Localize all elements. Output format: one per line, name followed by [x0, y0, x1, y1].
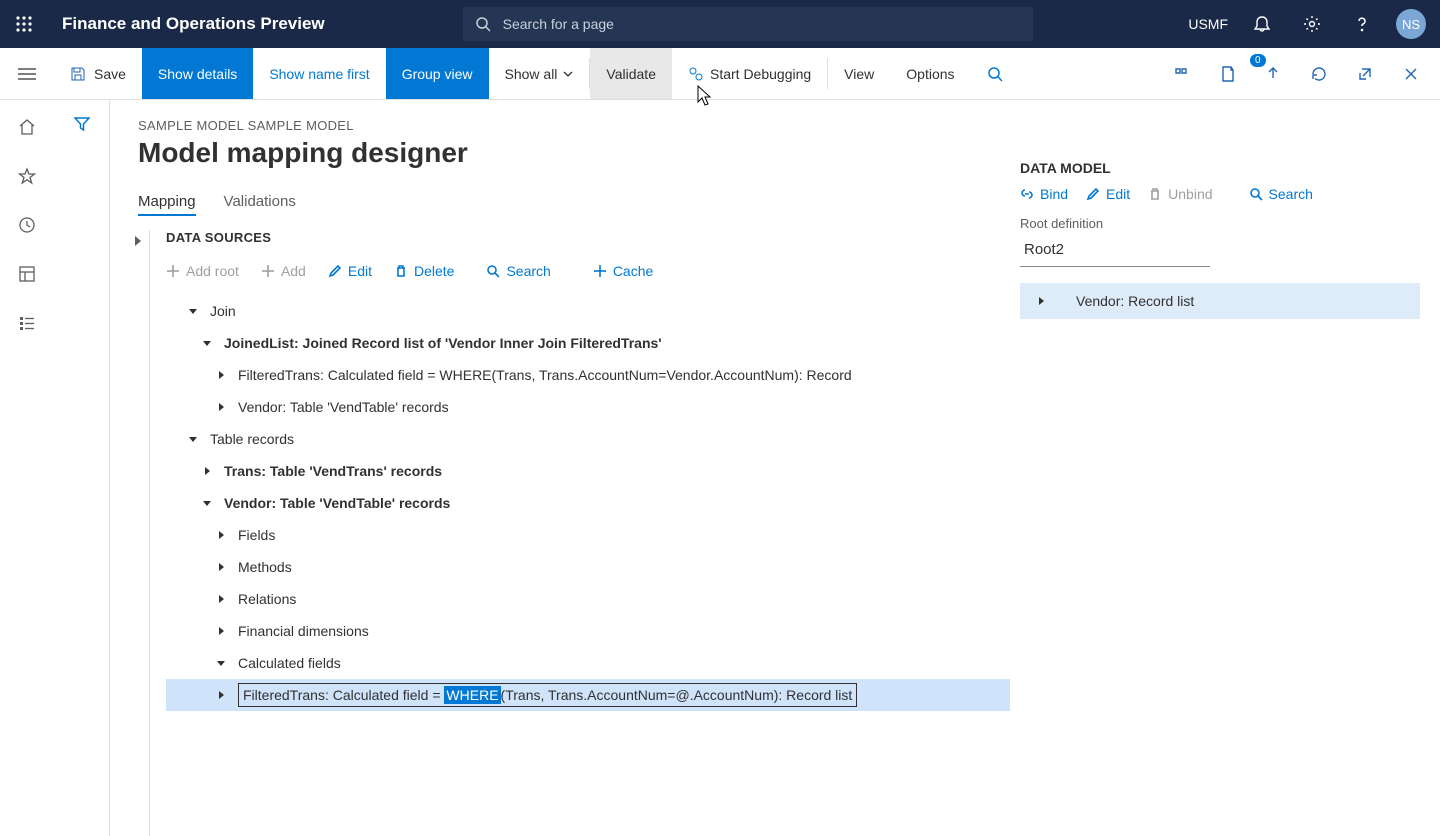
page-search-button[interactable] [971, 48, 1019, 99]
tree-node-vendor2[interactable]: Vendor: Table 'VendTable' records [166, 487, 1010, 519]
save-label: Save [94, 66, 126, 82]
chevron-down-icon [563, 66, 573, 82]
dm-edit-button[interactable]: Edit [1086, 186, 1130, 202]
tree-node-joinedlist[interactable]: JoinedList: Joined Record list of 'Vendo… [166, 327, 1010, 359]
selected-formula: FilteredTrans: Calculated field = WHERE(… [238, 683, 857, 707]
group-view-button[interactable]: Group view [386, 48, 489, 99]
tree-node-join[interactable]: Join [166, 295, 1010, 327]
show-all-dropdown[interactable]: Show all [489, 48, 590, 99]
tree-node-methods[interactable]: Methods [166, 551, 1010, 583]
global-search[interactable]: Search for a page [463, 7, 1033, 41]
close-icon[interactable] [1394, 57, 1428, 91]
ds-search-button[interactable]: Search [486, 263, 550, 279]
collapse-datasources-handle[interactable] [126, 230, 150, 836]
cache-button[interactable]: Cache [593, 263, 653, 279]
dm-search-button[interactable]: Search [1249, 186, 1313, 202]
help-icon[interactable] [1346, 15, 1378, 33]
personalize-icon[interactable] [1164, 57, 1198, 91]
search-icon [475, 16, 491, 32]
bind-button[interactable]: Bind [1020, 186, 1068, 202]
messages-icon[interactable]: 0 [1256, 57, 1290, 91]
tree-node-fields[interactable]: Fields [166, 519, 1010, 551]
save-button[interactable]: Save [54, 48, 142, 99]
page-title: Model mapping designer [138, 137, 1010, 169]
tree-node-calculated-fields[interactable]: Calculated fields [166, 647, 1010, 679]
nav-modules-icon[interactable] [18, 314, 36, 335]
legal-entity[interactable]: USMF [1188, 16, 1228, 32]
validate-button[interactable]: Validate [590, 48, 672, 99]
dm-row-vendor[interactable]: Vendor: Record list [1020, 283, 1420, 319]
avatar[interactable]: NS [1396, 9, 1426, 39]
breakpoint-icon [688, 66, 704, 82]
settings-icon[interactable] [1296, 15, 1328, 33]
tab-validations[interactable]: Validations [224, 193, 296, 216]
tree-node-trans[interactable]: Trans: Table 'VendTrans' records [166, 455, 1010, 487]
filter-icon[interactable] [74, 116, 90, 836]
app-title: Finance and Operations Preview [62, 14, 325, 34]
resize-handle[interactable] [996, 518, 1000, 532]
nav-favorites-icon[interactable] [18, 167, 36, 188]
show-details-button[interactable]: Show details [142, 48, 253, 99]
view-menu[interactable]: View [828, 48, 890, 99]
notifications-icon[interactable] [1246, 15, 1278, 33]
badge-count: 0 [1250, 54, 1266, 67]
popout-icon[interactable] [1348, 57, 1382, 91]
tree-node-relations[interactable]: Relations [166, 583, 1010, 615]
tree-node-financial-dimensions[interactable]: Financial dimensions [166, 615, 1010, 647]
datamodel-header: DATA MODEL [1020, 160, 1420, 176]
add-button[interactable]: Add [261, 263, 306, 279]
search-placeholder: Search for a page [503, 16, 614, 32]
edit-button[interactable]: Edit [328, 263, 372, 279]
nav-hamburger[interactable] [0, 48, 54, 100]
breadcrumb: SAMPLE MODEL SAMPLE MODEL [138, 118, 1010, 133]
root-definition-input[interactable]: Root2 [1020, 237, 1210, 267]
nav-home-icon[interactable] [18, 118, 36, 139]
add-root-button[interactable]: Add root [166, 263, 239, 279]
tree-node-filteredtrans[interactable]: FilteredTrans: Calculated field = WHERE(… [166, 359, 1010, 391]
nav-workspaces-icon[interactable] [18, 265, 36, 286]
tree-node-selected[interactable]: FilteredTrans: Calculated field = WHERE(… [166, 679, 1010, 711]
tree-node-table-records[interactable]: Table records [166, 423, 1010, 455]
unbind-button[interactable]: Unbind [1148, 186, 1212, 202]
show-name-first-button[interactable]: Show name first [253, 48, 385, 99]
dm-row-label: Vendor: Record list [1076, 293, 1194, 309]
tab-mapping[interactable]: Mapping [138, 193, 196, 216]
app-launcher-icon[interactable] [0, 0, 48, 48]
delete-button[interactable]: Delete [394, 263, 454, 279]
datasources-header: DATA SOURCES [166, 230, 1010, 245]
nav-recent-icon[interactable] [18, 216, 36, 237]
start-debugging-button[interactable]: Start Debugging [672, 48, 827, 99]
options-menu[interactable]: Options [890, 48, 970, 99]
open-excel-icon[interactable] [1210, 57, 1244, 91]
refresh-icon[interactable] [1302, 57, 1336, 91]
tree-node-vendor[interactable]: Vendor: Table 'VendTable' records [166, 391, 1010, 423]
root-definition-label: Root definition [1020, 216, 1420, 231]
